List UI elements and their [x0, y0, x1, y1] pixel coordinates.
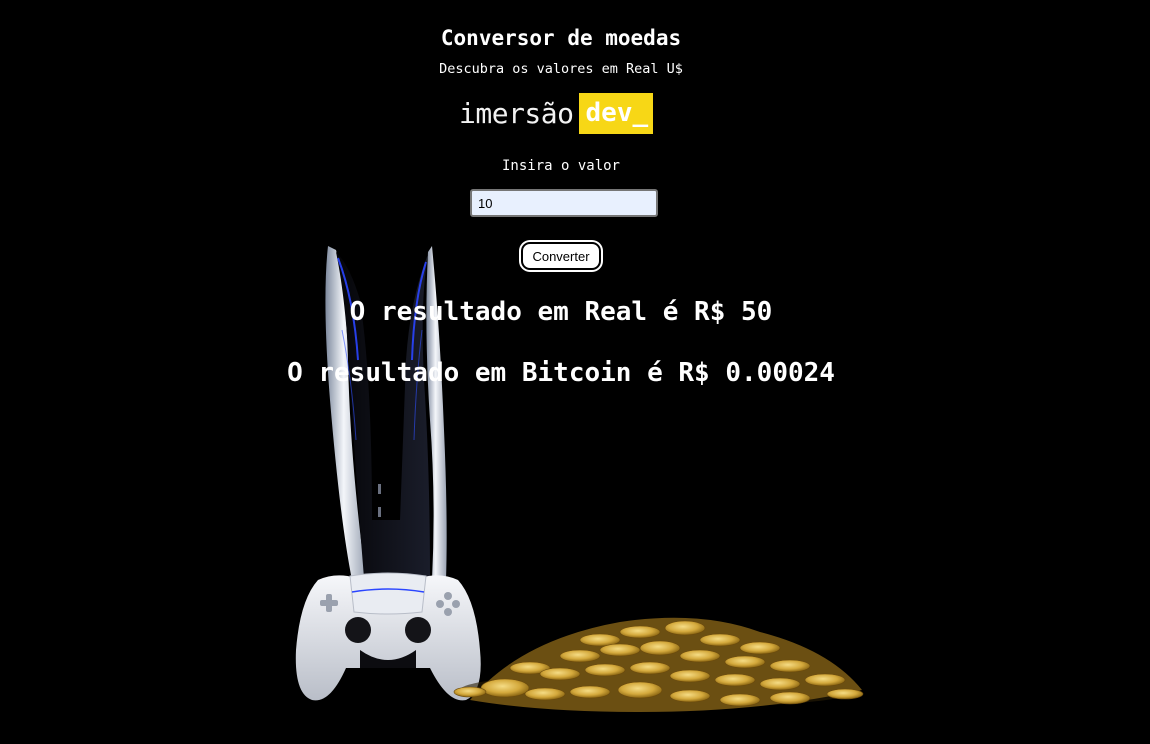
- result-bitcoin: O resultado em Bitcoin é R$ 0.00024: [287, 358, 835, 388]
- coins-pile-icon: [453, 617, 864, 712]
- value-label: Insira o valor: [501, 158, 620, 174]
- convert-button[interactable]: Converter: [521, 242, 601, 270]
- value-input[interactable]: [470, 189, 658, 217]
- logo-badge: dev_: [578, 93, 654, 134]
- page-subtitle: Descubra os valores em Real U$: [439, 61, 683, 77]
- page-title: Conversor de moedas: [440, 26, 682, 50]
- logo-text: imersão: [459, 97, 574, 130]
- controller-icon: [295, 572, 481, 701]
- result-real: O resultado em Real é R$ 50: [349, 297, 773, 327]
- imersao-dev-logo: imersão dev_: [459, 93, 654, 134]
